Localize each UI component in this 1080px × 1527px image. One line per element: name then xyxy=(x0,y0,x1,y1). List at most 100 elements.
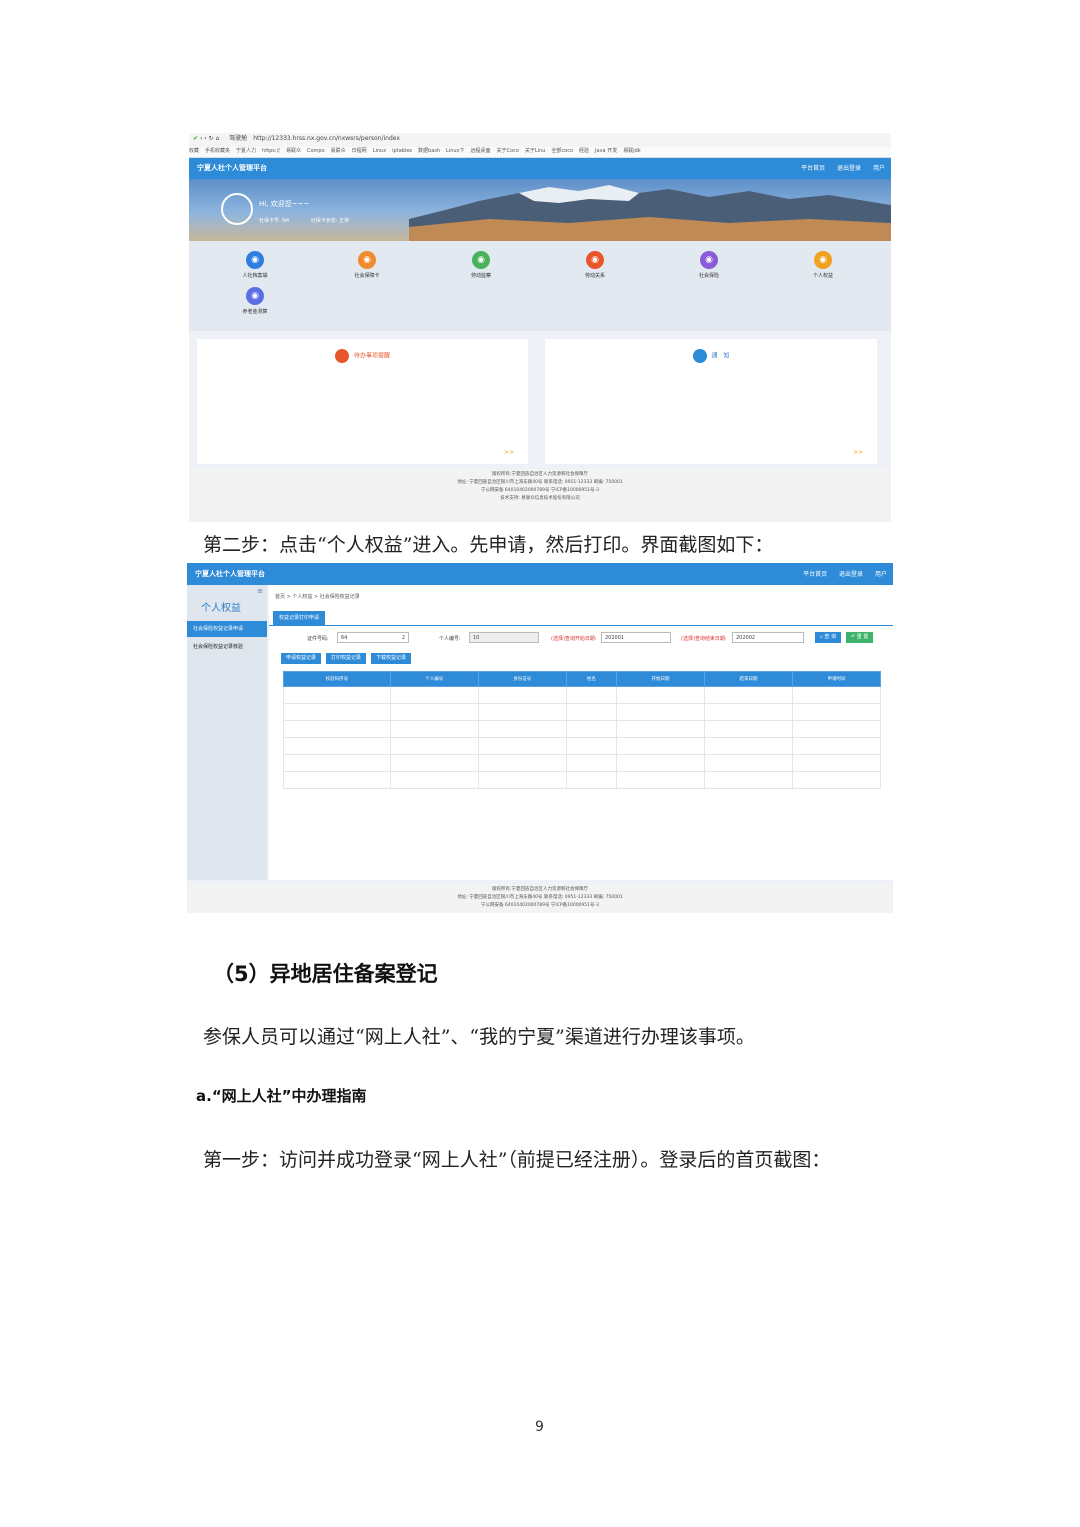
col-header: 申请时间 xyxy=(791,671,882,687)
col-header: 开始日期 xyxy=(616,671,705,687)
table-cell xyxy=(791,720,882,738)
logout-link[interactable]: 退出登录 xyxy=(837,165,861,172)
service-item[interactable]: ◉ 人社档案袋 xyxy=(225,251,285,279)
service-label: 劳动监察 xyxy=(470,273,491,279)
archive-icon: ◉ xyxy=(246,251,264,269)
download-record-button[interactable]: 下载权益记录 xyxy=(371,653,412,664)
service-item[interactable]: ◉ 社会保障卡 xyxy=(337,251,397,279)
bookmark-item[interactable]: 日程网 xyxy=(352,148,367,154)
bookmark-item[interactable]: Linux下 xyxy=(446,148,464,154)
id-number-input[interactable]: 64 2 xyxy=(337,632,409,643)
user-menu[interactable]: 用户 xyxy=(873,165,885,172)
table-cell xyxy=(389,720,479,738)
home-icon[interactable]: ⌂ xyxy=(216,135,220,142)
table-cell xyxy=(704,720,793,738)
bookmark-item[interactable]: Java 开发 xyxy=(595,148,617,154)
table-cell xyxy=(704,686,793,704)
step2-text: 第二步：点击“个人权益”进入。先申请，然后打印。界面截图如下： xyxy=(203,534,774,556)
bookmark-item[interactable]: 全部coco xyxy=(551,148,573,154)
bookmark-item[interactable]: https:// xyxy=(262,148,280,154)
bookmark-item[interactable]: 易联众 xyxy=(331,148,346,154)
table-cell xyxy=(283,771,391,789)
table-cell xyxy=(791,737,882,755)
service-item[interactable]: ◉ 劳动监察 xyxy=(451,251,511,279)
bookmark-item[interactable]: 数据bash xyxy=(418,148,440,154)
platform-home-link[interactable]: 平台首页 xyxy=(803,571,827,578)
screenshot-homepage: ✔ ‹ › ↻ ⌂ 驾驶舱 http://12333.hrss.nx.gov.c… xyxy=(189,133,891,522)
service-item[interactable]: ◉ 劳动关系 xyxy=(565,251,625,279)
records-table: 校验码序号 个人编号 身份证号 姓名 开始日期 结束日期 申请时间 xyxy=(283,671,882,789)
address-bar[interactable]: http://12333.hrss.nx.gov.cn/nxwsrs/perso… xyxy=(253,135,400,142)
reset-button[interactable]: ↶ 重 置 xyxy=(846,632,874,643)
table-cell xyxy=(791,686,882,704)
service-label: 劳动关系 xyxy=(584,273,605,279)
service-label: 人社档案袋 xyxy=(242,273,268,279)
bookmark-item[interactable]: 宁夏人力 xyxy=(236,148,256,154)
user-menu[interactable]: 用户 xyxy=(875,571,887,578)
table-cell xyxy=(565,737,618,755)
sidebar-item-verify[interactable]: 社会保险权益记录核验 xyxy=(187,639,267,655)
browser-tab-label[interactable]: 驾驶舱 xyxy=(229,135,247,142)
todo-more-link[interactable]: >> xyxy=(504,449,514,456)
service-label: 养老金测算 xyxy=(242,309,268,315)
bookmark-item[interactable]: iptables xyxy=(392,148,412,154)
tab-print-apply[interactable]: 权益记录打印申请 xyxy=(273,611,326,625)
section-paragraph: 参保人员可以通过“网上人社”、“我的宁夏”渠道进行办理该事项。 xyxy=(203,1026,755,1048)
logout-link[interactable]: 退出登录 xyxy=(839,571,863,578)
service-item[interactable]: ◉ 社会保险 xyxy=(679,251,739,279)
col-header: 身份证号 xyxy=(477,671,567,687)
notice-more-link[interactable]: >> xyxy=(853,449,863,456)
service-item[interactable]: ◉ 养老金测算 xyxy=(225,287,285,315)
notice-title: 通 知 xyxy=(711,352,730,360)
forward-icon[interactable]: › xyxy=(204,135,206,142)
table-header-row: 校验码序号 个人编号 身份证号 姓名 开始日期 结束日期 申请时间 xyxy=(283,671,882,687)
table-cell xyxy=(477,686,567,704)
app-title: 宁夏人社个人管理平台 xyxy=(197,164,267,172)
screenshot-rights-page: 宁夏人社个人管理平台 平台首页 退出登录 用户 ≡ 个人权益 社会保险权益记录申… xyxy=(187,563,893,913)
bookmark-item[interactable]: 远程桌面 xyxy=(471,148,491,154)
bookmark-item[interactable]: Compo xyxy=(307,148,325,154)
table-cell xyxy=(389,754,479,772)
table-cell xyxy=(791,771,882,789)
service-item[interactable]: ◉ 个人权益 xyxy=(793,251,853,279)
table-row xyxy=(283,754,882,772)
start-date-input[interactable]: 202001 xyxy=(601,632,671,643)
mountain-image xyxy=(409,185,891,241)
bookmark-item[interactable]: 手机收藏夹 xyxy=(205,148,230,154)
sidebar-item-apply[interactable]: 社会保险权益记录申请 xyxy=(187,621,267,637)
footer: 版权所有:宁夏回族自治区人力资源和社会保障厅 地址: 宁夏回族自治区银川市上海东… xyxy=(189,469,891,522)
bookmark-item[interactable]: 易联众 xyxy=(286,148,301,154)
bookmark-item[interactable]: 易联jdk xyxy=(623,148,640,154)
table-cell xyxy=(283,686,391,704)
apply-record-button[interactable]: 申请权益记录 xyxy=(281,653,322,664)
bookmark-item[interactable]: 关于Coco xyxy=(497,148,519,154)
end-date-input[interactable]: 202002 xyxy=(732,632,804,643)
bookmark-item[interactable]: 关于Linu xyxy=(525,148,546,154)
app-header: 宁夏人社个人管理平台 平台首页 退出登录 用户 xyxy=(187,563,893,585)
bookmark-item[interactable]: Linux xyxy=(373,148,386,154)
greeting: Hi, 欢迎您~~~ xyxy=(259,200,310,208)
table-cell xyxy=(565,703,618,721)
table-cell xyxy=(389,771,479,789)
bookmarks-bar: 收藏 手机收藏夹 宁夏人力 https://易联众 Compo 易联众 日程网 Linux ip… xyxy=(189,147,891,158)
platform-home-link[interactable]: 平台首页 xyxy=(801,165,825,172)
reload-icon[interactable]: ↻ xyxy=(209,135,214,142)
main-content: 首页 > 个人权益 > 社会保险权益记录 权益记录打印申请 证件号码: 64 2 … xyxy=(269,585,893,880)
bookmark-item[interactable]: 经验 xyxy=(579,148,589,154)
table-cell xyxy=(616,720,705,738)
table-cell xyxy=(389,737,479,755)
table-cell xyxy=(565,771,618,789)
menu-toggle-icon[interactable]: ≡ xyxy=(257,587,263,595)
notice-icon xyxy=(692,349,707,363)
avatar xyxy=(221,193,253,225)
print-record-button[interactable]: 打印权益记录 xyxy=(326,653,367,664)
back-icon[interactable]: ‹ xyxy=(200,135,202,142)
sidebar: ≡ 个人权益 社会保险权益记录申请 社会保险权益记录核验 xyxy=(187,585,267,880)
col-header: 校验码序号 xyxy=(283,671,391,687)
step1-text: 第一步：访问并成功登录“网上人社”（前提已经注册）。登录后的首页截图： xyxy=(203,1149,831,1171)
bookmark-item[interactable]: 收藏 xyxy=(189,148,199,154)
query-button[interactable]: ⌕ 查 询 xyxy=(815,632,841,643)
person-number-input[interactable]: 10 xyxy=(469,632,539,643)
relation-icon: ◉ xyxy=(586,251,604,269)
section-heading: （5）异地居住备案登记 xyxy=(213,962,438,986)
